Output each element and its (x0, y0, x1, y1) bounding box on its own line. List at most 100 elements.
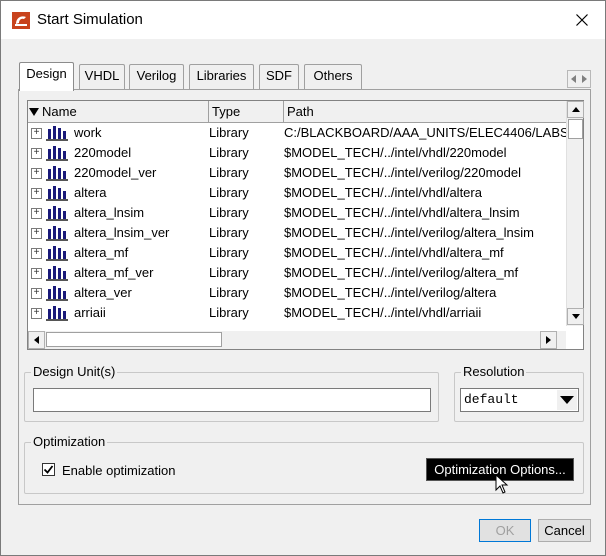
library-name: work (74, 125, 102, 140)
library-icon (46, 266, 68, 281)
ok-button[interactable]: OK (479, 519, 531, 542)
library-path: $MODEL_TECH/../intel/vhdl/arriaii (284, 305, 482, 320)
library-icon (46, 226, 68, 241)
close-button[interactable] (559, 1, 605, 39)
optimization-label: Optimization (31, 434, 108, 449)
tab-others[interactable]: Others (304, 64, 362, 89)
horizontal-scrollbar[interactable] (28, 331, 566, 349)
library-name: altera_mf (74, 245, 129, 260)
library-path: $MODEL_TECH/../intel/verilog/altera_mf (284, 265, 519, 280)
chevron-down-icon (560, 396, 574, 404)
vertical-scroll-thumb[interactable] (568, 119, 583, 139)
vertical-scrollbar[interactable] (566, 101, 584, 326)
close-icon (576, 14, 588, 26)
expand-icon[interactable]: + (31, 248, 42, 259)
library-path: $MODEL_TECH/../intel/vhdl/altera_lnsim (284, 205, 520, 220)
column-header-name[interactable]: Name (28, 101, 209, 123)
expand-icon[interactable]: + (31, 148, 42, 159)
design-unit-group: Design Unit(s) (24, 364, 439, 422)
sort-down-icon (29, 108, 39, 116)
enable-optimization-label[interactable]: Enable optimization (62, 463, 175, 478)
library-icon (46, 146, 68, 161)
library-list[interactable]: Name Type Path + work Library C:/BLACKBOARD… (27, 100, 584, 350)
mouse-cursor-icon (495, 474, 509, 494)
library-type: Library (209, 205, 249, 220)
expand-icon[interactable]: + (31, 308, 42, 319)
library-path: $MODEL_TECH/../intel/verilog/220model (284, 165, 521, 180)
library-type: Library (209, 245, 249, 260)
list-item[interactable]: +220model Library $MODEL_TECH/../intel/vhd… (28, 143, 566, 163)
list-item[interactable]: + work Library C:/BLACKBOARD/AAA_UNITS/ELEC… (28, 123, 566, 143)
library-name: 220model_ver (74, 165, 157, 180)
expand-icon[interactable]: + (31, 168, 42, 179)
list-item[interactable]: + altera_lnsim Library $MODEL_TECH/../intel… (28, 203, 566, 223)
list-item[interactable]: + altera_lnsim_ver Library $MODEL_TECH/../i… (28, 223, 566, 243)
expand-icon[interactable]: + (31, 288, 42, 299)
scroll-right-button[interactable] (540, 331, 557, 349)
arrow-right-icon (581, 75, 587, 83)
library-type: Library (209, 185, 249, 200)
library-name: altera_ver (74, 285, 132, 300)
expand-icon[interactable]: + (31, 208, 42, 219)
column-header-type[interactable]: Type (209, 101, 284, 123)
library-type: Library (209, 145, 249, 160)
library-name: altera_mf_ver (74, 265, 154, 280)
resolution-dropdown-button[interactable] (557, 390, 577, 410)
checkmark-icon (43, 465, 54, 474)
library-icon (46, 166, 68, 181)
tab-vhdl[interactable]: VHDL (79, 64, 125, 89)
tab-scroll-left-button[interactable] (568, 71, 579, 87)
title-bar[interactable]: Start Simulation (1, 1, 605, 39)
list-item[interactable]: + altera Library $MODEL_TECH/../intel/vhdl/… (28, 183, 566, 203)
list-item[interactable]: +220model_ver Library $MODEL_TECH/../intel… (28, 163, 566, 183)
library-path: $MODEL_TECH/../intel/vhdl/220model (284, 145, 507, 160)
enable-optimization-checkbox[interactable] (42, 463, 55, 476)
tab-scroll-right-button[interactable] (579, 71, 590, 87)
list-item[interactable]: + altera_ver Library $MODEL_TECH/../intel/v… (28, 283, 566, 303)
library-type: Library (209, 265, 249, 280)
expand-icon[interactable]: + (31, 128, 42, 139)
list-item[interactable]: + altera_mf_ver Library $MODEL_TECH/../inte… (28, 263, 566, 283)
list-item[interactable]: + arriaii Library $MODEL_TECH/../intel/vhdl… (28, 303, 566, 323)
list-item[interactable]: + altera_mf Library $MODEL_TECH/../intel/vh… (28, 243, 566, 263)
scroll-up-button[interactable] (567, 101, 584, 118)
resolution-group: Resolution default (454, 364, 584, 422)
column-header-path[interactable]: Path (284, 101, 566, 123)
library-path: $MODEL_TECH/../intel/vhdl/altera (284, 185, 482, 200)
library-icon (46, 286, 68, 301)
library-icon (46, 206, 68, 221)
design-unit-label: Design Unit(s) (31, 364, 118, 379)
arrow-left-icon (570, 75, 576, 83)
library-icon (46, 126, 68, 141)
resolution-label: Resolution (461, 364, 527, 379)
list-header: Name Type Path (28, 101, 566, 123)
library-type: Library (209, 285, 249, 300)
design-unit-input[interactable] (33, 388, 431, 412)
expand-icon[interactable]: + (31, 268, 42, 279)
scroll-down-button[interactable] (567, 308, 584, 325)
resolution-select[interactable]: default (460, 388, 579, 412)
arrow-down-icon (571, 314, 580, 319)
cancel-button[interactable]: Cancel (538, 519, 591, 542)
start-simulation-dialog: Start Simulation Design VHDL Verilog Lib… (0, 0, 606, 556)
expand-icon[interactable]: + (31, 228, 42, 239)
library-icon (46, 246, 68, 261)
horizontal-scroll-thumb[interactable] (46, 332, 222, 347)
tab-design[interactable]: Design (19, 62, 74, 91)
list-body: + work Library C:/BLACKBOARD/AAA_UNITS/ELEC… (28, 123, 566, 326)
library-path: $MODEL_TECH/../intel/vhdl/altera_mf (284, 245, 504, 260)
tab-verilog[interactable]: Verilog (129, 64, 184, 89)
arrow-left-icon (34, 336, 39, 344)
arrow-up-icon (571, 107, 580, 112)
expand-icon[interactable]: + (31, 188, 42, 199)
library-icon (46, 186, 68, 201)
scroll-left-button[interactable] (28, 331, 45, 349)
tab-libraries[interactable]: Libraries (189, 64, 254, 89)
library-type: Library (209, 225, 249, 240)
tab-sdf[interactable]: SDF (259, 64, 299, 89)
library-name: altera_lnsim_ver (74, 225, 170, 240)
tab-scroll-buttons (567, 70, 591, 88)
library-type: Library (209, 305, 249, 320)
library-name: arriaii (74, 305, 106, 320)
library-name: altera (74, 185, 107, 200)
